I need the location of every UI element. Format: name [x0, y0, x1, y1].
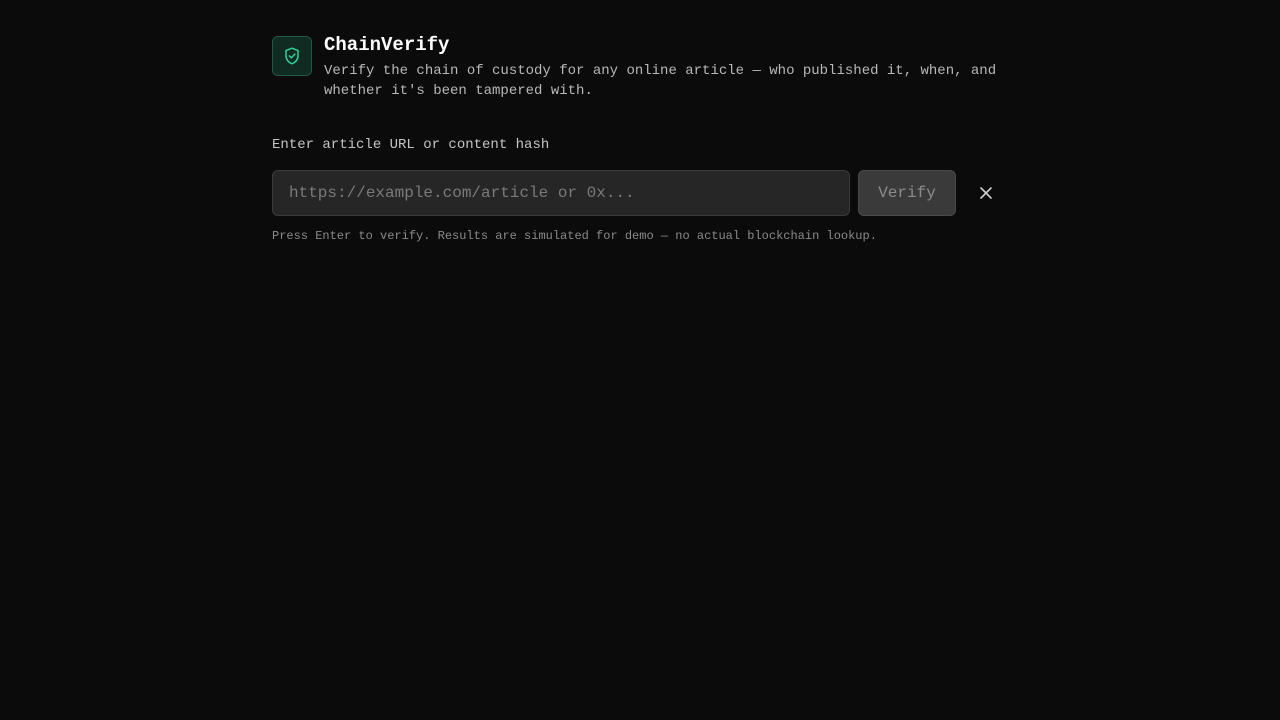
close-icon: [980, 187, 992, 199]
page: ChainVerify Verify the chain of custody …: [0, 0, 1280, 720]
app-header: ChainVerify Verify the chain of custody …: [272, 35, 1000, 101]
url-field-label: Enter article URL or content hash: [272, 137, 550, 153]
shield-check-icon: [272, 36, 312, 76]
header-text: ChainVerify Verify the chain of custody …: [324, 34, 1004, 101]
url-input[interactable]: [272, 170, 850, 216]
verify-button[interactable]: Verify: [858, 170, 956, 216]
app-title: ChainVerify: [324, 34, 450, 56]
clear-button[interactable]: [976, 183, 996, 203]
main-panel: ChainVerify Verify the chain of custody …: [272, 35, 1000, 244]
hint-text: Press Enter to verify. Results are simul…: [272, 229, 877, 243]
app-subtitle: Verify the chain of custody for any onli…: [324, 63, 997, 99]
verify-form: Verify: [272, 170, 1000, 216]
